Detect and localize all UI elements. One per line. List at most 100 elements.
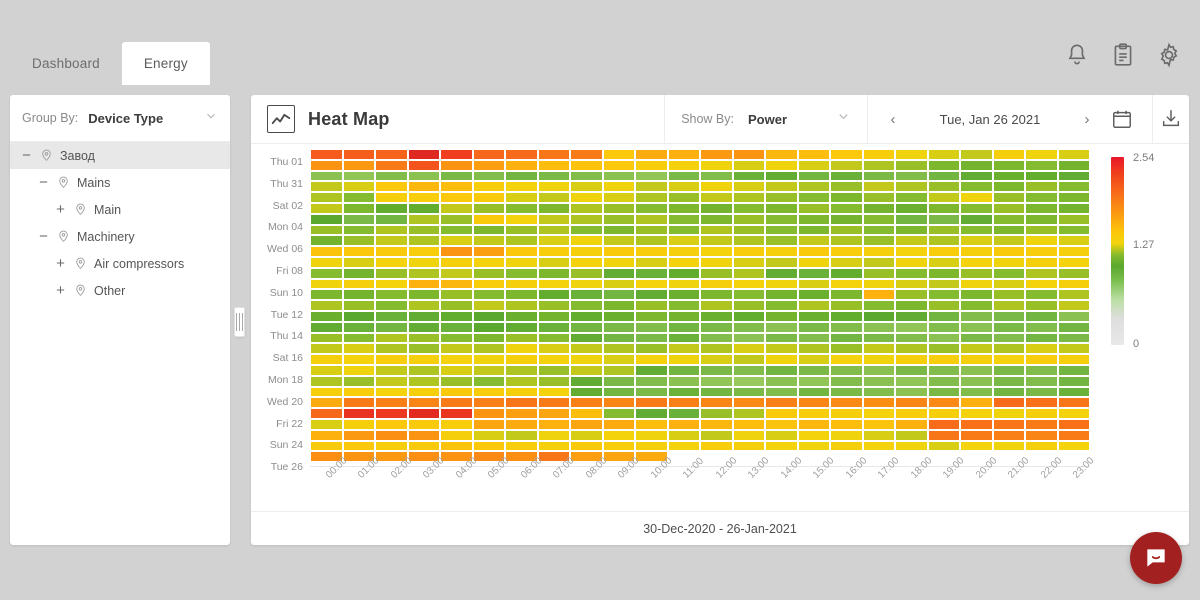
heatmap-cell[interactable]: [667, 440, 700, 452]
heatmap-cell[interactable]: [310, 343, 343, 355]
heatmap-cell[interactable]: [537, 429, 570, 441]
heatmap-cell[interactable]: [570, 364, 603, 376]
heatmap-cell[interactable]: [310, 170, 343, 182]
heatmap-cell[interactable]: [602, 429, 635, 441]
heatmap-cell[interactable]: [862, 429, 895, 441]
heatmap-cell[interactable]: [505, 213, 538, 225]
heatmap-cell[interactable]: [602, 343, 635, 355]
show-by-selector[interactable]: Show By: Power: [665, 95, 867, 144]
heatmap-cell[interactable]: [830, 278, 863, 290]
heatmap-cell[interactable]: [505, 149, 538, 160]
heatmap-cell[interactable]: [1057, 332, 1090, 344]
collapse-icon[interactable]: −: [37, 175, 50, 190]
heatmap-cell[interactable]: [797, 278, 830, 290]
heatmap-cell[interactable]: [537, 408, 570, 419]
heatmap-cell[interactable]: [440, 149, 473, 160]
heatmap-cell[interactable]: [960, 289, 993, 301]
heatmap-cell[interactable]: [310, 246, 343, 257]
heatmap-cell[interactable]: [602, 440, 635, 452]
group-by-selector[interactable]: Group By: Device Type: [10, 95, 230, 142]
heatmap-cell[interactable]: [602, 170, 635, 182]
heatmap-cell[interactable]: [635, 354, 668, 365]
heatmap-cell[interactable]: [342, 246, 375, 257]
heatmap-cell[interactable]: [862, 300, 895, 311]
heatmap-cell[interactable]: [960, 300, 993, 311]
heatmap-cell[interactable]: [1057, 235, 1090, 247]
heatmap-cell[interactable]: [895, 267, 928, 279]
heatmap-cell[interactable]: [570, 235, 603, 247]
heatmap-cell[interactable]: [1025, 418, 1058, 430]
heatmap-cell[interactable]: [440, 289, 473, 301]
heatmap-cell[interactable]: [960, 159, 993, 171]
chevron-down-icon[interactable]: [204, 109, 218, 128]
heatmap-cell[interactable]: [830, 256, 863, 268]
expand-icon[interactable]: +: [54, 256, 67, 271]
heatmap-cell[interactable]: [602, 246, 635, 257]
heatmap-cell[interactable]: [472, 224, 505, 236]
heatmap-cell[interactable]: [830, 300, 863, 311]
heatmap-cell[interactable]: [602, 386, 635, 398]
heatmap-cell[interactable]: [700, 149, 733, 160]
heatmap-cell[interactable]: [342, 310, 375, 322]
heatmap-cell[interactable]: [960, 332, 993, 344]
heatmap-cell[interactable]: [635, 364, 668, 376]
heatmap-cell[interactable]: [570, 343, 603, 355]
heatmap-cell[interactable]: [537, 364, 570, 376]
heatmap-cell[interactable]: [992, 202, 1025, 214]
heatmap-cell[interactable]: [830, 149, 863, 160]
heatmap-cell[interactable]: [1057, 418, 1090, 430]
heatmap-cell[interactable]: [830, 418, 863, 430]
heatmap-cell[interactable]: [992, 192, 1025, 203]
heatmap-cell[interactable]: [732, 256, 765, 268]
heatmap-cell[interactable]: [732, 149, 765, 160]
heatmap-cell[interactable]: [602, 289, 635, 301]
heatmap-cell[interactable]: [635, 213, 668, 225]
heatmap-cell[interactable]: [1025, 278, 1058, 290]
heatmap-cell[interactable]: [765, 300, 798, 311]
heatmap-cell[interactable]: [635, 192, 668, 203]
heatmap-cell[interactable]: [960, 375, 993, 387]
heatmap-cell[interactable]: [765, 170, 798, 182]
heatmap-cell[interactable]: [505, 332, 538, 344]
heatmap-cell[interactable]: [927, 224, 960, 236]
heatmap-cell[interactable]: [375, 149, 408, 160]
prev-date-button[interactable]: ‹: [880, 106, 906, 132]
heatmap-cell[interactable]: [732, 440, 765, 452]
heatmap-cell[interactable]: [440, 364, 473, 376]
heatmap-cell[interactable]: [960, 278, 993, 290]
heatmap-cell[interactable]: [700, 192, 733, 203]
heatmap-cell[interactable]: [862, 149, 895, 160]
heatmap-cell[interactable]: [310, 289, 343, 301]
heatmap-cell[interactable]: [927, 213, 960, 225]
heatmap-cell[interactable]: [375, 202, 408, 214]
heatmap-cell[interactable]: [440, 321, 473, 333]
heatmap-cell[interactable]: [440, 278, 473, 290]
heatmap-cell[interactable]: [830, 440, 863, 452]
heatmap-cell[interactable]: [407, 332, 440, 344]
heatmap-cell[interactable]: [375, 343, 408, 355]
heatmap-cell[interactable]: [667, 354, 700, 365]
heatmap-cell[interactable]: [1025, 235, 1058, 247]
heatmap-cell[interactable]: [927, 354, 960, 365]
heatmap-cell[interactable]: [1057, 213, 1090, 225]
heatmap-cell[interactable]: [862, 278, 895, 290]
heatmap-cell[interactable]: [570, 289, 603, 301]
heatmap-cell[interactable]: [960, 310, 993, 322]
heatmap-cell[interactable]: [505, 256, 538, 268]
heatmap-cell[interactable]: [440, 267, 473, 279]
heatmap-cell[interactable]: [862, 321, 895, 333]
heatmap-cell[interactable]: [895, 181, 928, 193]
heatmap-cell[interactable]: [537, 267, 570, 279]
heatmap-cell[interactable]: [960, 429, 993, 441]
heatmap-cell[interactable]: [1025, 300, 1058, 311]
heatmap-cell[interactable]: [1057, 343, 1090, 355]
heatmap-cell[interactable]: [862, 386, 895, 398]
heatmap-cell[interactable]: [407, 343, 440, 355]
heatmap-cell[interactable]: [472, 354, 505, 365]
heatmap-cell[interactable]: [440, 170, 473, 182]
heatmap-cell[interactable]: [895, 386, 928, 398]
heatmap-cell[interactable]: [960, 343, 993, 355]
heatmap-cell[interactable]: [895, 289, 928, 301]
heatmap-cell[interactable]: [667, 364, 700, 376]
heatmap-cell[interactable]: [375, 397, 408, 409]
